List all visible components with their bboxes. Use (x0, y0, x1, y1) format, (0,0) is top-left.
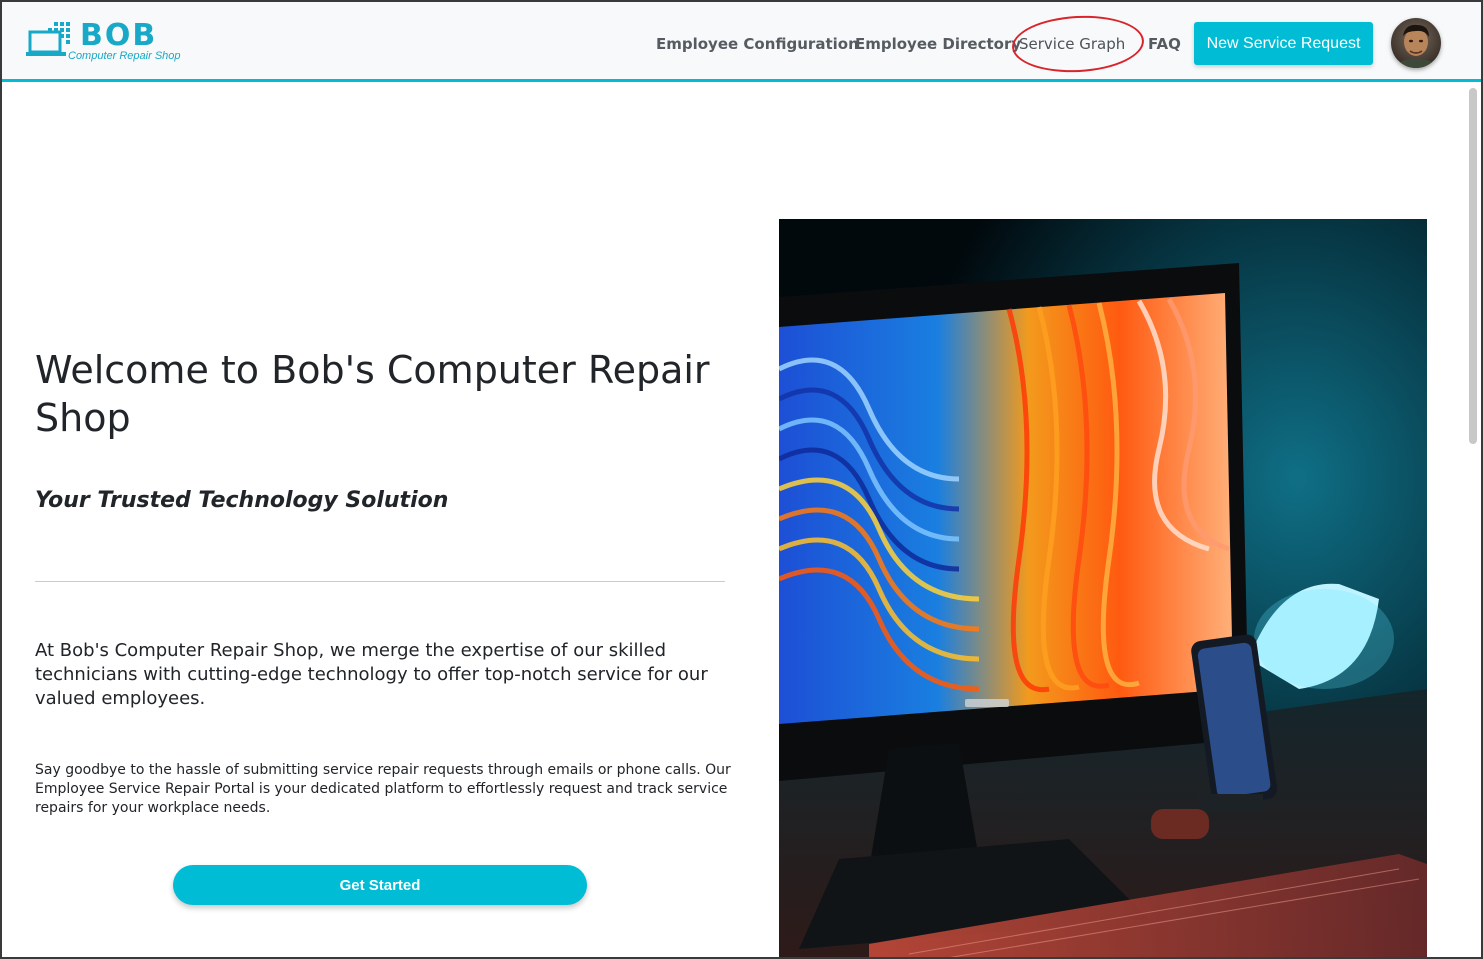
hero-lead-text: At Bob's Computer Repair Shop, we merge … (35, 640, 708, 709)
user-avatar-icon (1391, 18, 1441, 68)
desk-setup-photo-icon (779, 219, 1427, 957)
hero-title: Welcome to Bob's Computer Repair Shop (35, 348, 710, 440)
user-avatar[interactable] (1391, 18, 1441, 68)
hero-image (779, 219, 1427, 957)
nav-link-service-graph[interactable]: Service Graph (1019, 35, 1125, 53)
get-started-button[interactable]: Get Started (173, 865, 587, 905)
brand-tagline: Computer Repair Shop (68, 50, 181, 62)
vertical-scrollbar[interactable] (1469, 88, 1477, 444)
top-navbar: BOB Computer Repair Shop Employee Config… (2, 2, 1481, 82)
brand-name: BOB (80, 18, 158, 53)
new-service-request-button[interactable]: New Service Request (1194, 22, 1373, 65)
hero-divider (35, 581, 725, 582)
nav-link-employee-configuration[interactable]: Employee Configuration (656, 35, 859, 53)
nav-link-employee-directory[interactable]: Employee Directory (855, 35, 1021, 53)
browser-page: BOB Computer Repair Shop Employee Config… (0, 0, 1483, 959)
hero-subtitle: Your Trusted Technology Solution (35, 488, 449, 513)
nav-link-faq[interactable]: FAQ (1148, 35, 1181, 53)
brand-logo[interactable]: BOB Computer Repair Shop (26, 16, 186, 68)
hero-body-text: Say goodbye to the hassle of submitting … (35, 762, 731, 816)
